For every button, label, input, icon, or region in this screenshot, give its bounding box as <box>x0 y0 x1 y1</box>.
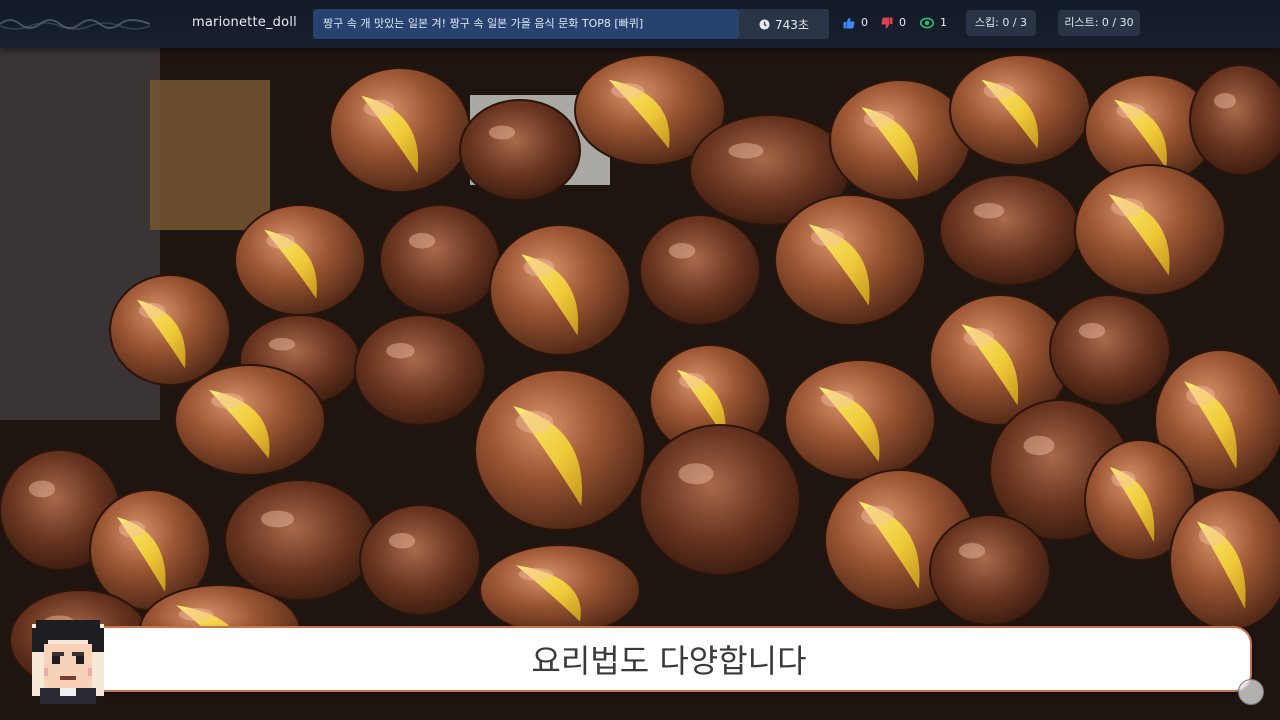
chestnut-highlight <box>1116 103 1145 119</box>
view-counter: 1 <box>920 16 947 29</box>
chestnut-highlight <box>611 83 644 99</box>
chestnut-highlight <box>963 328 995 347</box>
eye-icon <box>920 17 934 28</box>
chestnut-highlight <box>28 480 56 498</box>
chestnut-highlight <box>1214 93 1236 109</box>
chestnut-highlight <box>863 110 895 128</box>
audio-waveform-icon <box>0 19 150 30</box>
timer-display: 743초 <box>739 9 829 39</box>
chestnut-highlight <box>983 83 1015 99</box>
chestnut <box>1189 64 1280 176</box>
chestnut-highlight <box>363 99 395 117</box>
chestnut-highlight <box>386 343 415 359</box>
chestnut-highlight <box>138 303 166 319</box>
playlist-counter[interactable]: 리스트: 0 / 30 <box>1058 10 1140 36</box>
channel-logo <box>1238 679 1264 705</box>
video-title: 짱구 속 개 맛있는 일본 겨! 짱구 속 일본 가을 음식 문화 TOP8 [… <box>313 9 739 39</box>
subtitle-bar: 요리법도 다양합니다 <box>86 626 1252 692</box>
chestnut-highlight <box>488 125 516 140</box>
chestnut-highlight <box>408 233 436 249</box>
chestnut <box>1049 294 1171 406</box>
chestnut-highlight <box>1023 435 1055 456</box>
chestnut <box>459 99 581 201</box>
chestnut-highlight <box>668 243 696 259</box>
chestnut-highlight <box>211 393 244 409</box>
thumbs-up-icon <box>843 17 855 28</box>
dislike-counter[interactable]: 0 <box>881 16 906 29</box>
chestnut-highlight <box>821 390 854 408</box>
like-count: 0 <box>861 16 868 29</box>
chestnut-highlight <box>388 533 416 549</box>
pixel-avatar <box>32 620 104 704</box>
chestnut-highlight <box>1111 470 1136 488</box>
roasted-chestnuts-image <box>0 0 1280 720</box>
chestnut <box>224 479 376 601</box>
chestnut-highlight <box>1078 323 1106 339</box>
chestnut-highlight <box>678 463 714 485</box>
chestnut-highlight <box>973 203 1005 219</box>
chestnut-highlight <box>518 567 554 581</box>
view-count: 1 <box>940 16 947 29</box>
chestnut <box>639 214 761 326</box>
chestnut-highlight <box>261 510 294 528</box>
skip-counter[interactable]: 스킵: 0 / 3 <box>966 10 1036 36</box>
chestnut-highlight <box>1198 525 1226 546</box>
chestnut-highlight <box>178 607 214 621</box>
chestnut-highlight <box>515 410 554 434</box>
timer-value: 743초 <box>775 17 809 32</box>
chestnut <box>929 514 1051 626</box>
chestnut-highlight <box>811 228 844 247</box>
chestnut-highlight <box>118 520 146 538</box>
thumbs-down-icon <box>881 17 893 28</box>
chestnut-highlight <box>268 337 296 351</box>
chestnut-highlight <box>1111 198 1144 217</box>
chestnut-highlight <box>958 543 986 559</box>
stream-top-bar: marionette_doll 짱구 속 개 맛있는 일본 겨! 짱구 속 일본… <box>0 0 1280 48</box>
dislike-count: 0 <box>899 16 906 29</box>
chestnut <box>359 504 481 616</box>
like-counter[interactable]: 0 <box>843 16 868 29</box>
chestnut-highlight <box>678 373 706 389</box>
chestnut-highlight <box>728 143 764 159</box>
chestnut-highlight <box>523 258 555 277</box>
chestnut-highlight <box>1186 385 1215 406</box>
streamer-name: marionette_doll <box>192 15 297 30</box>
clock-icon <box>759 18 770 30</box>
chestnut <box>354 314 486 426</box>
chestnut-highlight <box>266 233 295 249</box>
video-frame <box>0 0 1280 720</box>
chestnut <box>939 174 1081 286</box>
chestnut <box>379 204 501 316</box>
subtitle-text: 요리법도 다양합니다 <box>531 642 807 680</box>
chestnut-highlight <box>861 505 894 526</box>
chestnut <box>639 424 801 576</box>
